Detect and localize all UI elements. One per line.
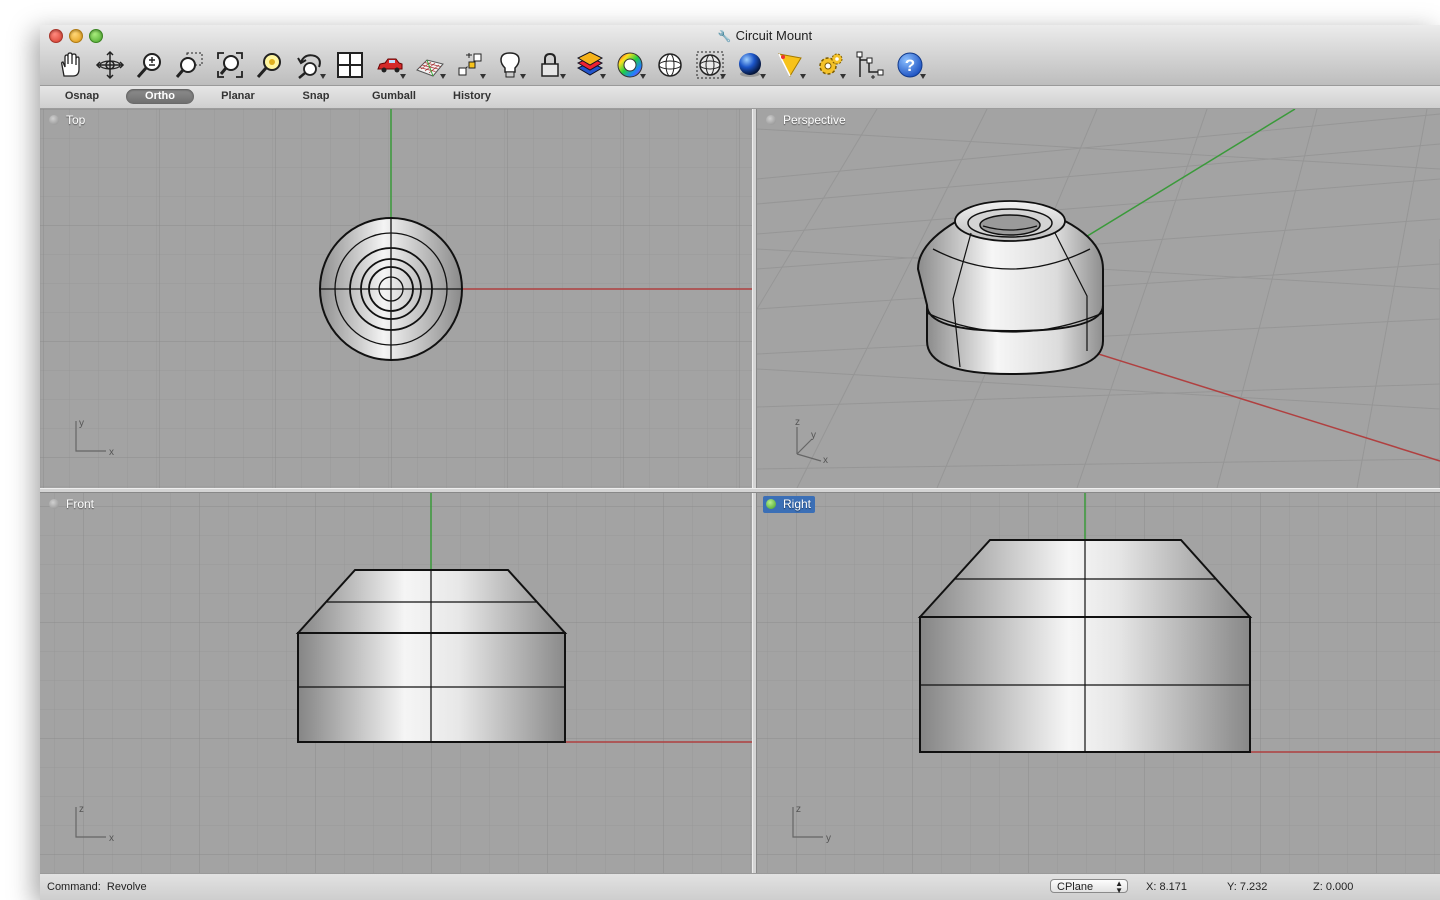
rendered-sphere-icon[interactable]	[730, 47, 770, 83]
cplane-axis-icon	[796, 427, 822, 462]
status-bar: Command: Revolve CPlane ▲ ▼ X: 8.171 Y: 7.…	[40, 873, 1440, 900]
top-view-canvas: y x	[40, 109, 752, 488]
window-title-wrap: 🔧 Circuit Mount	[40, 28, 1440, 43]
window-title: Circuit Mount	[735, 28, 813, 43]
zoom-in-out-icon[interactable]	[130, 47, 170, 83]
axis-label-a: z	[795, 417, 800, 428]
command-value: Revolve	[106, 881, 147, 893]
command-label: Command:	[47, 881, 101, 893]
viewport-top[interactable]: y x Top	[40, 109, 752, 488]
viewport-label-front[interactable]: Front	[46, 496, 98, 513]
right-view-canvas: z y	[757, 493, 1440, 873]
render-icon[interactable]	[770, 47, 810, 83]
front-view-canvas: z x	[40, 493, 752, 873]
ortho-toggle[interactable]: Ortho	[126, 89, 194, 104]
svg-text:?: ?	[905, 56, 915, 75]
gumball-icon[interactable]	[450, 47, 490, 83]
color-wheel-icon[interactable]	[610, 47, 650, 83]
axis-label-b: x	[109, 833, 114, 844]
command-line[interactable]: Command: Revolve	[47, 881, 147, 893]
axis-label-a: z	[79, 804, 84, 815]
viewport-layout-icon[interactable]	[330, 47, 370, 83]
viewport-label-perspective[interactable]: Perspective	[763, 112, 850, 129]
viewport-front[interactable]: z x Front	[40, 493, 752, 873]
osnap-toggle[interactable]: Osnap	[48, 89, 116, 104]
axis-label-a: z	[796, 804, 801, 815]
settings-gear-icon[interactable]	[810, 47, 850, 83]
axis-label-b: y	[826, 833, 831, 844]
perspective-view-canvas: z y x	[757, 109, 1440, 488]
lock-icon[interactable]	[530, 47, 570, 83]
viewport-label-right[interactable]: Right	[763, 496, 816, 513]
axis-label-b: x	[109, 447, 114, 458]
snap-toggle[interactable]: Snap	[282, 89, 350, 104]
cplane-select[interactable]: CPlane ▲ ▼	[1050, 879, 1128, 895]
car-named-views-icon[interactable]	[370, 47, 410, 83]
axis-label-c: x	[823, 455, 828, 466]
document-icon: 🔧	[717, 31, 732, 43]
cplane-grid-icon[interactable]	[410, 47, 450, 83]
gumball-toggle[interactable]: Gumball	[360, 89, 428, 104]
wireframe-sphere-icon[interactable]	[650, 47, 690, 83]
zoom-selected-icon[interactable]	[250, 47, 290, 83]
x-axis-line	[1056, 340, 1440, 462]
title-bar: 🔧 Circuit Mount ?	[40, 25, 1440, 86]
help-icon[interactable]: ?	[890, 47, 930, 83]
circuit-mount-top-profile	[319, 217, 463, 361]
viewport-right[interactable]: z y Right	[757, 493, 1440, 873]
shaded-sphere-icon[interactable]	[690, 47, 730, 83]
y-coordinate: Y: 7.232	[1227, 881, 1268, 893]
light-bulb-icon[interactable]	[490, 47, 530, 83]
select-arrows-icon: ▲ ▼	[1115, 879, 1123, 895]
layers-icon[interactable]	[570, 47, 610, 83]
circuit-mount-right-profile	[917, 539, 1253, 753]
circuit-mount-3d-model	[916, 200, 1104, 376]
history-toggle[interactable]: History	[438, 89, 506, 104]
axis-label-b: y	[811, 430, 816, 441]
pan-hand-icon[interactable]	[50, 47, 90, 83]
rhino-window: 🔧 Circuit Mount ? Osnap Ortho Planar Sna…	[40, 25, 1440, 900]
circuit-mount-front-profile	[295, 569, 568, 743]
snap-points-icon[interactable]	[850, 47, 890, 83]
zoom-extents-icon[interactable]	[210, 47, 250, 83]
planar-toggle[interactable]: Planar	[204, 89, 272, 104]
z-coordinate: Z: 0.000	[1313, 881, 1354, 893]
mode-bar: Osnap Ortho Planar Snap Gumball History	[40, 86, 1440, 109]
cplane-value: CPlane	[1057, 881, 1094, 893]
viewport-label-top[interactable]: Top	[46, 112, 89, 129]
horizontal-splitter[interactable]	[40, 488, 1440, 493]
undo-view-icon[interactable]	[290, 47, 330, 83]
x-coordinate: X: 8.171	[1146, 881, 1187, 893]
rotate-view-icon[interactable]	[90, 47, 130, 83]
viewport-perspective[interactable]: z y x Perspective	[757, 109, 1440, 488]
main-toolbar: ?	[50, 47, 930, 83]
zoom-window-icon[interactable]	[170, 47, 210, 83]
axis-label-a: y	[79, 418, 84, 429]
